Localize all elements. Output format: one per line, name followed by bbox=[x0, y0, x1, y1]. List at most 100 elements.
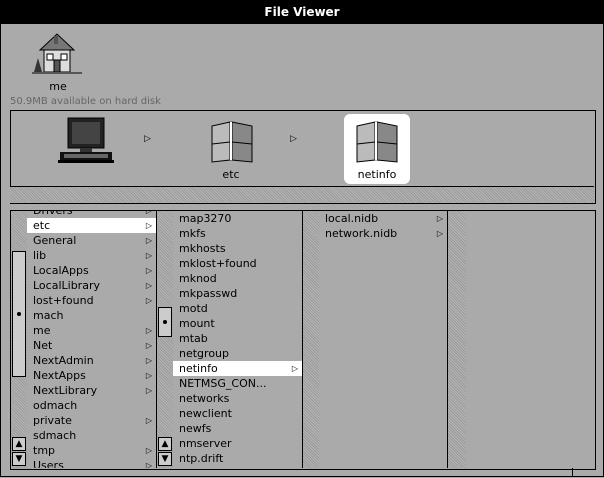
folder-row[interactable]: LocalApps ▷ bbox=[27, 263, 156, 278]
row-label: networks bbox=[179, 392, 230, 405]
column-2-list: map3270 mkfs mkhosts mklost+found mknod mkpas… bbox=[173, 211, 303, 468]
branch-arrow-icon: ▷ bbox=[145, 281, 152, 290]
row-label: mkpasswd bbox=[179, 287, 238, 300]
folder-row[interactable]: Net ▷ bbox=[27, 338, 156, 353]
row-label: private bbox=[33, 414, 72, 427]
row-label: mkfs bbox=[179, 227, 206, 240]
folder-row[interactable]: tmp ▷ bbox=[27, 443, 156, 458]
file-row[interactable]: motd bbox=[173, 301, 302, 316]
folder-row[interactable]: General ▷ bbox=[27, 233, 156, 248]
folder-icon[interactable] bbox=[208, 118, 256, 164]
folder-row[interactable]: lib ▷ bbox=[27, 248, 156, 263]
file-row[interactable]: nmserver bbox=[173, 436, 302, 451]
row-label: newfs bbox=[179, 422, 212, 435]
file-row[interactable]: ntp.drift bbox=[173, 451, 302, 466]
resize-handle[interactable] bbox=[572, 468, 573, 476]
column-2-scrollbar[interactable]: ▲ ▼ bbox=[156, 211, 174, 468]
branch-arrow-icon: ▷ bbox=[145, 416, 152, 425]
branch-arrow-icon: ▷ bbox=[145, 221, 152, 230]
scroll-down-button[interactable]: ▼ bbox=[158, 452, 172, 466]
branch-arrow-icon: ▷ bbox=[145, 296, 152, 305]
row-label: mach bbox=[33, 309, 64, 322]
row-label: mknod bbox=[179, 272, 217, 285]
row-label: NextApps bbox=[33, 369, 86, 382]
folder-row[interactable]: Drivers ▷ bbox=[27, 211, 156, 218]
row-label: motd bbox=[179, 302, 208, 315]
branch-arrow-icon: ▷ bbox=[145, 266, 152, 275]
home-icon[interactable] bbox=[32, 28, 82, 78]
row-label: lib bbox=[33, 249, 47, 262]
column-3-scrollbar[interactable] bbox=[302, 211, 320, 468]
folder-row[interactable]: network.nidb ▷ bbox=[319, 226, 447, 241]
folder-row[interactable]: NextApps ▷ bbox=[27, 368, 156, 383]
disk-status: 50.9MB available on hard disk bbox=[10, 96, 161, 107]
row-label: LocalApps bbox=[33, 264, 89, 277]
scroll-down-button[interactable]: ▼ bbox=[12, 452, 26, 466]
window-title: File Viewer bbox=[264, 5, 340, 19]
column-3-list: local.nidb ▷ network.nidb ▷ bbox=[319, 211, 448, 468]
row-label: netgroup bbox=[179, 347, 229, 360]
file-row[interactable]: newfs bbox=[173, 421, 302, 436]
column-1-list: Drivers▷etc▷General▷lib▷LocalApps▷LocalL… bbox=[27, 211, 157, 468]
folder-row[interactable]: NextAdmin ▷ bbox=[27, 353, 156, 368]
row-label: Net bbox=[33, 339, 53, 352]
folder-row[interactable]: etc ▷ bbox=[27, 218, 156, 233]
row-label: netinfo bbox=[179, 362, 218, 375]
path-item-netinfo[interactable]: netinfo bbox=[344, 114, 410, 184]
row-label: NETMSG_CON... bbox=[179, 377, 267, 390]
scroll-up-button[interactable]: ▲ bbox=[158, 437, 172, 451]
file-row[interactable]: netgroup bbox=[173, 346, 302, 361]
file-row[interactable]: newclient bbox=[173, 406, 302, 421]
file-row[interactable]: mach bbox=[27, 308, 156, 323]
row-label: newclient bbox=[179, 407, 232, 420]
file-row[interactable]: NETMSG_CON... bbox=[173, 376, 302, 391]
row-label: tmp bbox=[33, 444, 56, 457]
row-label: NextLibrary bbox=[33, 384, 98, 397]
scroll-knob[interactable] bbox=[158, 307, 172, 337]
file-row[interactable]: map3270 bbox=[173, 211, 302, 226]
row-label: local.nidb bbox=[325, 212, 379, 225]
path-label-netinfo: netinfo bbox=[357, 168, 397, 181]
file-row[interactable]: mklost+found bbox=[173, 256, 302, 271]
scroll-up-button[interactable]: ▲ bbox=[12, 437, 26, 451]
folder-row[interactable]: NextLibrary ▷ bbox=[27, 383, 156, 398]
row-label: Drivers bbox=[33, 211, 73, 217]
folder-row[interactable]: netinfo ▷ bbox=[173, 361, 302, 376]
branch-arrow-icon: ▷ bbox=[145, 386, 152, 395]
folder-row[interactable]: private ▷ bbox=[27, 413, 156, 428]
row-label: ntp.drift bbox=[179, 452, 224, 465]
row-label: mkhosts bbox=[179, 242, 226, 255]
file-row[interactable]: odmach bbox=[27, 398, 156, 413]
branch-arrow-icon: ▷ bbox=[291, 364, 298, 373]
row-label: General bbox=[33, 234, 77, 247]
folder-row[interactable]: LocalLibrary ▷ bbox=[27, 278, 156, 293]
branch-arrow-icon: ▷ bbox=[145, 341, 152, 350]
scroll-knob[interactable] bbox=[12, 251, 26, 377]
branch-arrow-icon: ▷ bbox=[145, 236, 152, 245]
column-4-scrollbar[interactable] bbox=[447, 211, 467, 468]
path-arrow-icon: ▷ bbox=[290, 134, 297, 144]
folder-row[interactable]: me ▷ bbox=[27, 323, 156, 338]
file-row[interactable]: mkhosts bbox=[173, 241, 302, 256]
file-row[interactable]: mount bbox=[173, 316, 302, 331]
folder-icon bbox=[356, 121, 398, 163]
file-row[interactable]: mkfs bbox=[173, 226, 302, 241]
file-row[interactable]: mknod bbox=[173, 271, 302, 286]
folder-row[interactable]: local.nidb ▷ bbox=[319, 211, 447, 226]
row-label: Users bbox=[33, 459, 64, 468]
file-row[interactable]: sdmach bbox=[27, 428, 156, 443]
column-1-scrollbar[interactable]: ▲ ▼ bbox=[10, 211, 28, 468]
file-row[interactable]: networks bbox=[173, 391, 302, 406]
column-4-list bbox=[466, 211, 594, 468]
file-row[interactable]: mtab bbox=[173, 331, 302, 346]
branch-arrow-icon: ▷ bbox=[146, 211, 152, 218]
horizontal-scroller[interactable] bbox=[10, 186, 594, 204]
row-label: mount bbox=[179, 317, 215, 330]
folder-row[interactable]: lost+found ▷ bbox=[27, 293, 156, 308]
computer-icon[interactable] bbox=[58, 116, 114, 166]
row-label: network.nidb bbox=[325, 227, 398, 240]
folder-row[interactable]: Users ▷ bbox=[27, 458, 156, 468]
title-bar[interactable]: File Viewer bbox=[0, 0, 604, 24]
file-row[interactable]: mkpasswd bbox=[173, 286, 302, 301]
row-label: nmserver bbox=[179, 437, 232, 450]
